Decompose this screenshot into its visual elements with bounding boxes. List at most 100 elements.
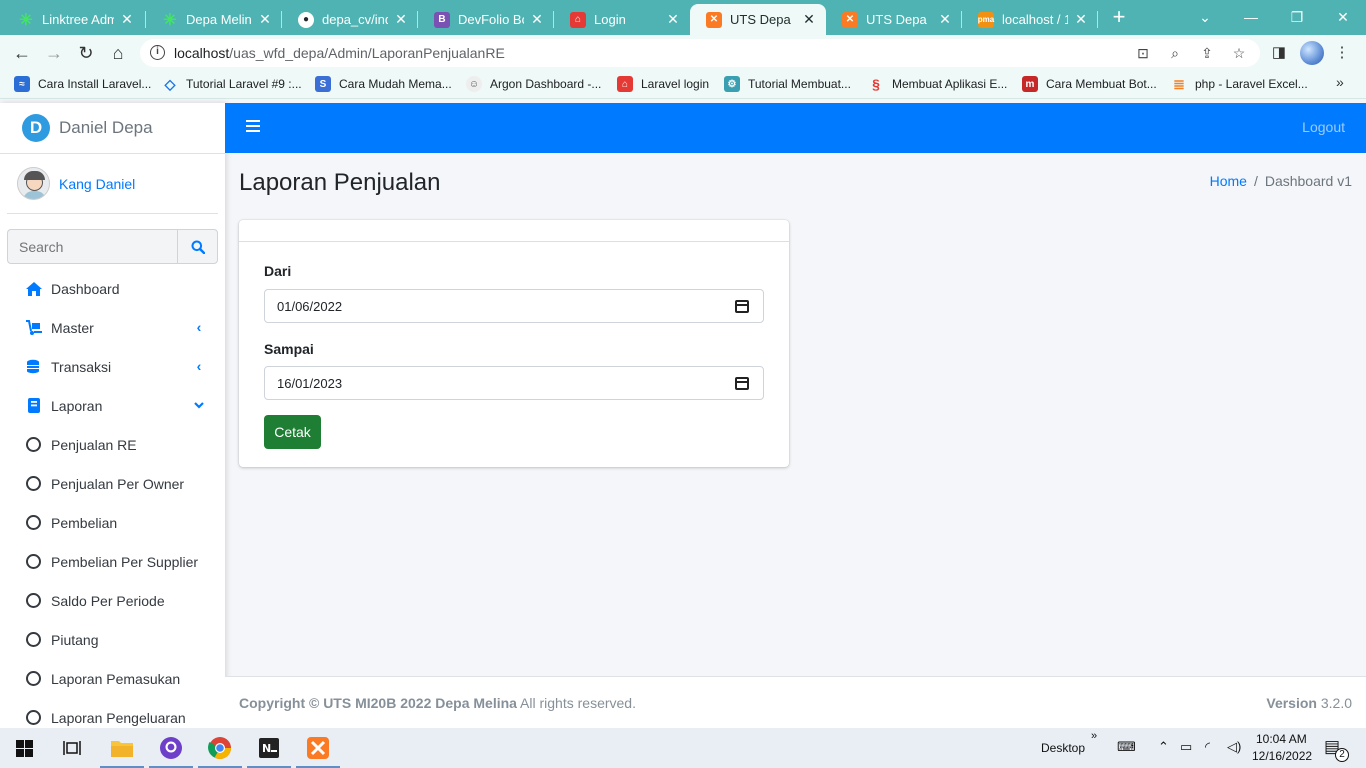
sidebar-item-dashboard[interactable]: Dashboard [0, 269, 225, 308]
sidebar-item-pembelian-per-supplier[interactable]: Pembelian Per Supplier [0, 542, 225, 581]
browser-tab[interactable]: ✳ Depa Melina ✕ [146, 4, 282, 35]
user-name-link[interactable]: Kang Daniel [59, 176, 135, 192]
sidebar-item-transaksi[interactable]: Transaksi ‹ [0, 347, 225, 386]
page-title: Laporan Penjualan [239, 169, 441, 196]
logout-link[interactable]: Logout [1302, 119, 1345, 135]
taskbar-chrome[interactable] [196, 728, 244, 768]
windows-start-button[interactable] [0, 728, 48, 768]
sidebar-item-penjualan-per-owner[interactable]: Penjualan Per Owner [0, 464, 225, 503]
close-tab-icon[interactable]: ✕ [528, 11, 546, 28]
share-icon[interactable]: ⇪ [1198, 44, 1216, 62]
sidebar-item-laporan-pengeluaran[interactable]: Laporan Pengeluaran [0, 698, 225, 728]
desktop-toolbar-label[interactable]: Desktop [1041, 741, 1085, 755]
bookmark-item[interactable]: ⚙ Tutorial Membuat... [724, 76, 851, 92]
bookmarks-bar: ≈ Cara Install Laravel... ◇ Tutorial Larav… [0, 70, 1366, 99]
site-info-icon[interactable]: i [150, 45, 165, 60]
bookmark-item[interactable]: ⌂ Laravel login [617, 76, 709, 92]
s-icon: S [315, 76, 331, 92]
close-tab-icon[interactable]: ✕ [664, 11, 682, 28]
search-button[interactable] [177, 229, 218, 264]
more-bookmarks-icon[interactable]: » [1336, 74, 1344, 90]
brand-link[interactable]: D Daniel Depa [0, 103, 225, 154]
close-tab-icon[interactable]: ✕ [800, 11, 818, 28]
sidebar-item-pembelian[interactable]: Pembelian [0, 503, 225, 542]
wifi-icon[interactable]: ◜ [1205, 739, 1210, 755]
tab-divider [1097, 11, 1098, 28]
browser-tab[interactable]: ● depa_cv/inde ✕ [282, 4, 418, 35]
taskbar-file-explorer[interactable] [98, 728, 146, 768]
taskbar-github-desktop[interactable] [147, 728, 195, 768]
reload-button[interactable]: ↻ [73, 40, 99, 66]
toolbar-overflow-icon[interactable]: » [1091, 730, 1097, 742]
sidebar-item-piutang[interactable]: Piutang [0, 620, 225, 659]
touch-keyboard-icon[interactable]: ⌨ [1117, 739, 1136, 755]
cetak-button[interactable]: Cetak [264, 415, 321, 449]
menu-kebab-icon[interactable]: ⋮ [1331, 42, 1353, 64]
browser-tab[interactable]: B DevFolio Boo ✕ [418, 4, 554, 35]
bookmark-item[interactable]: § Membuat Aplikasi E... [868, 76, 1007, 92]
new-tab-button[interactable]: + [1108, 6, 1130, 28]
circle-icon [26, 593, 41, 608]
sidebar-item-laporan-pemasukan[interactable]: Laporan Pemasukan [0, 659, 225, 698]
home-icon [24, 280, 43, 298]
translate-icon[interactable]: ⊡ [1134, 44, 1152, 62]
sidebar-item-laporan[interactable]: Laporan [0, 386, 225, 425]
zoom-icon[interactable]: ⌕ [1166, 44, 1184, 62]
battery-icon[interactable]: ▭ [1180, 739, 1192, 755]
restore-button[interactable]: ❐ [1274, 4, 1320, 30]
breadcrumb-home-link[interactable]: Home [1210, 173, 1247, 189]
address-bar[interactable]: i localhost/uas_wfd_depa/Admin/LaporanPe… [140, 39, 1260, 67]
address-url[interactable]: localhost/uas_wfd_depa/Admin/LaporanPenj… [174, 45, 505, 61]
bookmark-star-icon[interactable]: ☆ [1230, 44, 1248, 62]
task-view-icon [63, 741, 81, 755]
sidebar-item-master[interactable]: Master ‹ [0, 308, 225, 347]
stack-icon: ≣ [1173, 75, 1185, 92]
sidebar-item-penjualan-re[interactable]: Penjualan RE [0, 425, 225, 464]
browser-tab[interactable]: ✕ UTS Depa ✕ [826, 4, 962, 35]
from-date-label: Dari [264, 263, 292, 279]
sidebar-item-saldo-per-periode[interactable]: Saldo Per Periode [0, 581, 225, 620]
search-input[interactable] [7, 229, 177, 264]
linktree-icon: ✳ [19, 11, 33, 29]
minimize-button[interactable]: — [1228, 4, 1274, 30]
task-view-button[interactable] [48, 728, 96, 768]
clock-date[interactable]: 12/16/2022 [1252, 749, 1312, 763]
browser-tab-strip: ✳ Linktree Adm ✕ ✳ Depa Melina ✕ ● depa_… [0, 0, 1366, 35]
browser-tab-active[interactable]: ✕ UTS Depa ✕ [690, 4, 826, 35]
from-date-input[interactable]: 01/06/2022 [264, 289, 764, 323]
calendar-icon[interactable] [735, 300, 749, 313]
bookmark-item[interactable]: ≈ Cara Install Laravel... [14, 76, 151, 92]
close-tab-icon[interactable]: ✕ [256, 11, 274, 28]
bookmark-item[interactable]: m Cara Membuat Bot... [1022, 76, 1157, 92]
side-panel-icon[interactable]: ◨ [1268, 42, 1290, 64]
bookmark-item[interactable]: ☺ Argon Dashboard -... [466, 76, 601, 92]
volume-icon[interactable]: ◁) [1227, 739, 1241, 755]
breadcrumb-current: Dashboard v1 [1264, 173, 1352, 189]
bookmark-item[interactable]: ≣ php - Laravel Excel... [1171, 76, 1308, 92]
close-window-button[interactable]: ✕ [1320, 4, 1366, 30]
taskbar-notepad-plus[interactable]: N [245, 728, 293, 768]
browser-tab[interactable]: ✳ Linktree Adm ✕ [2, 4, 144, 35]
home-button[interactable]: ⌂ [105, 40, 131, 66]
back-button[interactable]: ← [9, 40, 35, 66]
bookmark-item[interactable]: ◇ Tutorial Laravel #9 :... [162, 76, 302, 92]
profile-avatar[interactable] [1300, 41, 1324, 65]
circle-icon [26, 710, 41, 725]
close-tab-icon[interactable]: ✕ [118, 11, 136, 28]
close-tab-icon[interactable]: ✕ [392, 11, 410, 28]
clock-time[interactable]: 10:04 AM [1256, 732, 1307, 746]
close-tab-icon[interactable]: ✕ [936, 11, 954, 28]
bookmark-item[interactable]: S Cara Mudah Mema... [315, 76, 452, 92]
bootstrap-icon: B [434, 11, 450, 28]
show-hidden-icons-chevron-icon[interactable]: ⌃ [1158, 739, 1169, 755]
diamond-icon: ◇ [164, 75, 176, 92]
forward-button[interactable]: → [41, 40, 67, 66]
browser-tab[interactable]: pma localhost / 12 ✕ [962, 4, 1098, 35]
to-date-input[interactable]: 16/01/2023 [264, 366, 764, 400]
close-tab-icon[interactable]: ✕ [1072, 11, 1090, 28]
tab-search-chevron-icon[interactable]: ⌄ [1182, 4, 1228, 30]
hamburger-menu-icon[interactable] [246, 120, 260, 132]
taskbar-xampp[interactable] [294, 728, 342, 768]
browser-tab[interactable]: ⌂ Login ✕ [554, 4, 690, 35]
calendar-icon[interactable] [735, 377, 749, 390]
